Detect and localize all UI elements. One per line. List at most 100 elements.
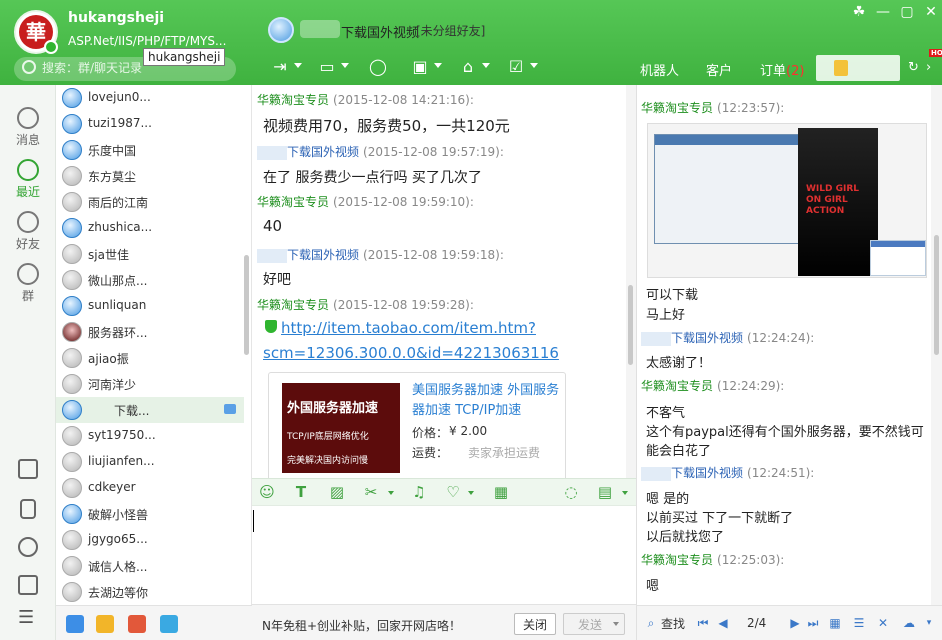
notes-button[interactable] xyxy=(816,55,900,81)
sell-icon[interactable] xyxy=(160,615,178,633)
product-image[interactable]: 外国服务器加速 TCP/IP底层网络优化 完美解决国内访问慢 xyxy=(282,383,400,473)
nudge-icon[interactable]: ♫ xyxy=(410,483,428,501)
scroll-thumb[interactable] xyxy=(934,235,939,355)
tab-robot[interactable]: 机器人 xyxy=(640,60,679,79)
chevron-down-icon[interactable] xyxy=(294,63,302,68)
contact-list-scrollbar[interactable] xyxy=(244,255,249,355)
contact-item[interactable]: 微山那点... xyxy=(56,267,244,293)
contact-item[interactable]: 破解小怪兽 xyxy=(56,501,244,527)
image-icon[interactable]: ▨ xyxy=(328,483,346,501)
font-icon[interactable]: T xyxy=(292,483,310,501)
chevron-down-icon[interactable] xyxy=(530,63,538,68)
video-call-icon[interactable]: ▭ xyxy=(315,57,339,77)
contact-item[interactable]: zhushica... xyxy=(56,215,244,241)
contact-item[interactable]: 东方莫尘 xyxy=(56,163,244,189)
contact-item[interactable]: jgygo65... xyxy=(56,527,244,553)
chevron-down-icon[interactable] xyxy=(482,63,490,68)
contact-item[interactable]: tuzi1987... xyxy=(56,111,244,137)
chevron-down-icon[interactable]: ▾ xyxy=(921,615,937,631)
chat-history-panel: 华籁淘宝专员 (12:23:57): WILD GIRL ON GIRL ACTI… xyxy=(636,85,942,605)
last-page-icon[interactable]: ⏭ xyxy=(805,615,821,631)
product-title[interactable]: 美国服务器加速 外国服务器加速 TCP/IP加速 xyxy=(412,381,562,421)
tab-orders[interactable]: 订单(2) xyxy=(760,60,804,79)
table-icon[interactable]: ▦ xyxy=(492,483,510,501)
menu-icon[interactable]: ☰ xyxy=(18,607,34,628)
shared-screenshot-image[interactable]: WILD GIRL ON GIRL ACTION xyxy=(647,123,927,278)
message-link[interactable]: http://item.taobao.com/item.htm? xyxy=(281,319,536,337)
emoji-icon[interactable]: ☺ xyxy=(258,483,276,501)
calendar-icon[interactable]: ▦ xyxy=(827,615,843,631)
tab-customer[interactable]: 客户 xyxy=(706,60,732,79)
nav-friends[interactable]: 好友 xyxy=(0,211,56,252)
product-card[interactable]: 外国服务器加速 TCP/IP底层网络优化 完美解决国内访问慢 美国服务器加速 外… xyxy=(268,372,566,478)
delete-icon[interactable]: ✕ xyxy=(875,615,891,631)
quick-reply-icon[interactable]: ◌ xyxy=(562,483,580,501)
nav-recent[interactable]: 最近 xyxy=(0,159,56,200)
history-icon[interactable]: ▤ xyxy=(596,483,614,501)
message-input[interactable] xyxy=(252,506,636,604)
contact-item[interactable]: sunliquan xyxy=(56,293,244,319)
contact-item[interactable]: 诚信人格... xyxy=(56,553,244,579)
prev-page-icon[interactable]: ◀ xyxy=(715,615,731,631)
contact-item[interactable]: cdkeyer xyxy=(56,475,244,501)
nav-groups[interactable]: 群 xyxy=(0,263,56,304)
contact-item[interactable]: 雨后的江南 xyxy=(56,189,244,215)
app-store-icon[interactable] xyxy=(66,615,84,633)
find-button[interactable]: 查找 xyxy=(661,615,685,632)
inbox-icon[interactable] xyxy=(18,575,38,595)
history-scrollbar[interactable] xyxy=(931,85,942,605)
shop-icon[interactable] xyxy=(128,615,146,633)
chevron-down-icon[interactable] xyxy=(468,491,474,495)
schedule-icon[interactable]: ☑ xyxy=(504,57,528,77)
nav-messages[interactable]: 消息 xyxy=(0,107,56,148)
apps-grid-icon[interactable] xyxy=(18,459,38,479)
contact-name: 下载... xyxy=(114,404,150,418)
next-page-icon[interactable]: ▶ xyxy=(787,615,803,631)
contact-item[interactable]: ajiao振 xyxy=(56,345,244,371)
contact-item[interactable]: 乐度中国 xyxy=(56,137,244,163)
contact-item[interactable]: 河南洋少 xyxy=(56,371,244,397)
alarm-icon[interactable]: ⌂ xyxy=(456,57,480,77)
chevron-down-icon[interactable] xyxy=(434,63,442,68)
message-link[interactable]: scm=12306.300.0.0&id=42213063116 xyxy=(263,344,559,362)
chevron-right-icon[interactable]: › xyxy=(926,60,931,75)
maximize-icon[interactable]: ▢ xyxy=(898,4,916,20)
chevron-down-icon[interactable] xyxy=(388,491,394,495)
first-page-icon[interactable]: ⏮ xyxy=(695,615,711,631)
contact-item[interactable]: 服务器环... xyxy=(56,319,244,345)
chevron-down-icon[interactable] xyxy=(622,491,628,495)
search-icon[interactable]: ⌕ xyxy=(643,615,659,631)
folder-icon[interactable] xyxy=(96,615,114,633)
contact-item[interactable]: lovejun0... xyxy=(56,85,244,111)
shipping-value: 卖家承担运费 xyxy=(468,446,541,460)
heart-icon[interactable]: ♡ xyxy=(444,483,462,501)
refresh-icon[interactable]: ↻ xyxy=(908,60,919,75)
contact-item[interactable]: sja世佳 xyxy=(56,241,244,267)
username-label[interactable]: hukangsheji xyxy=(68,10,164,26)
chat-add-icon[interactable]: ◯ xyxy=(366,57,390,77)
list-icon[interactable]: ☰ xyxy=(851,615,867,631)
user-settings-icon[interactable] xyxy=(18,537,38,557)
screenshot-icon[interactable]: ✂ xyxy=(362,483,380,501)
mobile-icon[interactable] xyxy=(20,499,36,519)
contact-item[interactable]: liujianfen... xyxy=(56,449,244,475)
chevron-down-icon[interactable] xyxy=(613,622,619,626)
remote-assist-icon[interactable]: ▣ xyxy=(408,57,432,77)
close-icon[interactable]: ✕ xyxy=(922,4,940,20)
cloud-icon[interactable]: ☁ xyxy=(901,615,917,631)
promo-link[interactable]: N年免租+创业补贴，回家开网店咯！ xyxy=(262,617,461,634)
contact-item[interactable]: syt19750... xyxy=(56,423,244,449)
contact-item[interactable]: 下载... xyxy=(56,397,244,423)
chevron-down-icon[interactable] xyxy=(341,63,349,68)
user-avatar[interactable]: 華 xyxy=(14,10,58,54)
scroll-thumb[interactable] xyxy=(628,285,633,365)
contact-name[interactable]: 下载国外视频 xyxy=(341,22,419,41)
chat-scrollbar[interactable] xyxy=(626,85,636,478)
minimize-icon[interactable]: — xyxy=(874,4,892,20)
contact-avatar[interactable] xyxy=(268,17,294,43)
share-screen-icon[interactable]: ⇥ xyxy=(268,57,292,77)
close-button[interactable]: 关闭 xyxy=(514,613,556,635)
skin-icon[interactable]: ☘ xyxy=(850,4,868,20)
contact-item[interactable]: 去湖边等你 xyxy=(56,579,244,605)
signature-text[interactable]: ASP.Net/IIS/PHP/FTP/MYS... xyxy=(68,34,226,48)
